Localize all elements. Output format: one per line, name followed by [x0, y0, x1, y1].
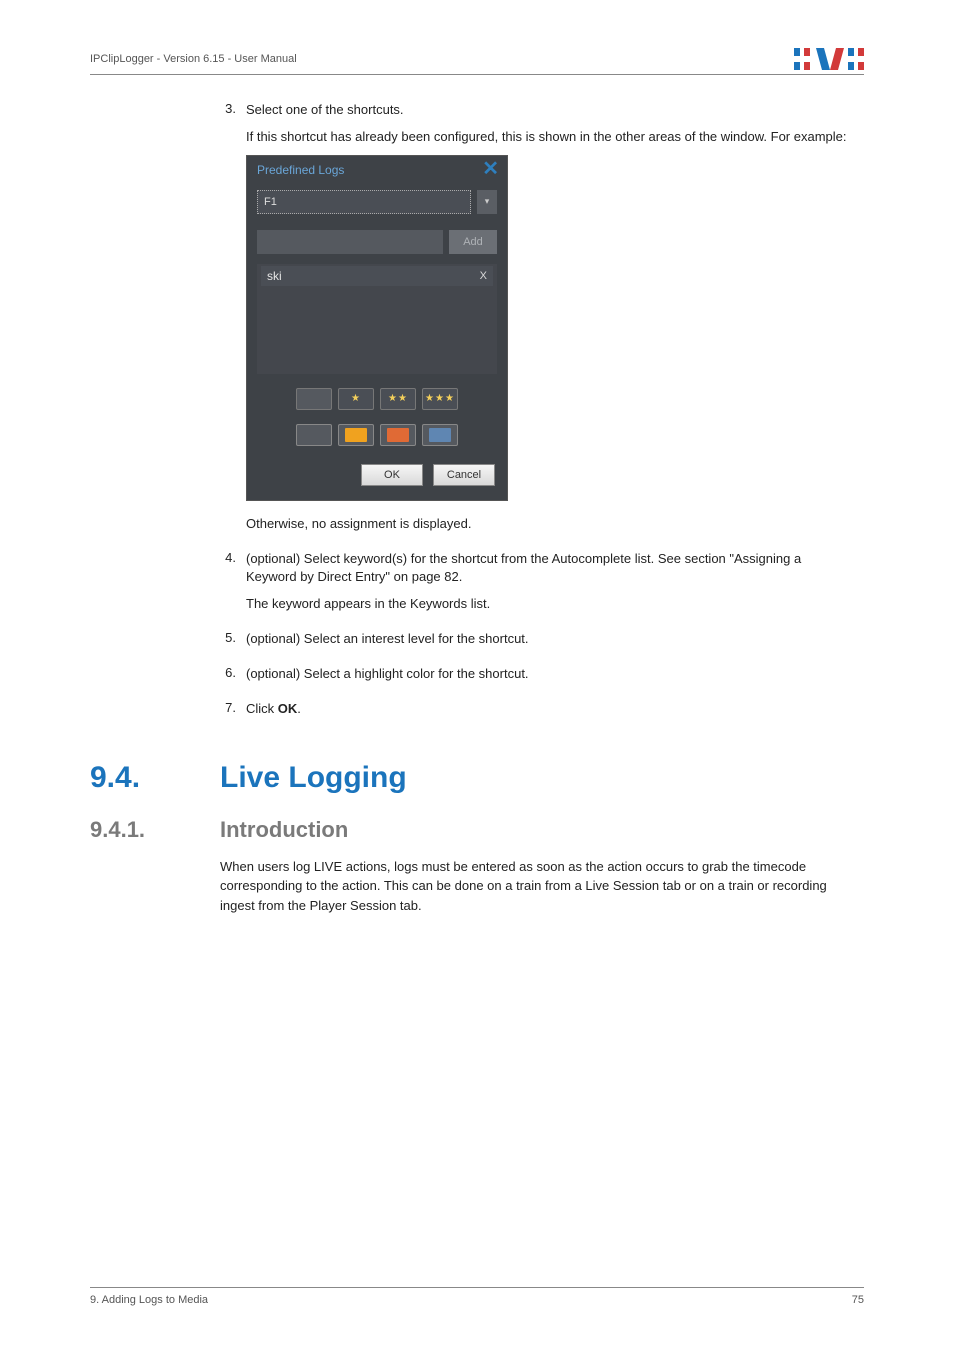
swatch	[345, 428, 367, 442]
step-7: 7. Click OK.	[220, 700, 854, 727]
evs-logo	[794, 48, 864, 70]
close-icon[interactable]: ✕	[482, 162, 499, 178]
doc-title: IPClipLogger - Version 6.15 - User Manua…	[90, 53, 297, 65]
keyword-row[interactable]: ski X	[261, 266, 493, 286]
step-number: 5.	[220, 630, 246, 657]
color-orange[interactable]	[338, 424, 374, 446]
step-text: Select one of the shortcuts.	[246, 101, 854, 120]
step-text: The keyword appears in the Keywords list…	[246, 595, 854, 614]
swatch	[303, 428, 325, 442]
dialog-button-row: OK Cancel	[247, 450, 507, 500]
color-none[interactable]	[296, 424, 332, 446]
page-footer: 9. Adding Logs to Media 75	[90, 1287, 864, 1306]
step-4: 4. (optional) Select keyword(s) for the …	[220, 550, 854, 623]
subsection-number: 9.4.1.	[90, 817, 184, 843]
step-number: 3.	[220, 101, 246, 542]
page-header: IPClipLogger - Version 6.15 - User Manua…	[90, 48, 864, 75]
add-button-label: Add	[463, 236, 483, 248]
section-title: Live Logging	[220, 761, 407, 795]
keyword-label: ski	[267, 269, 282, 283]
intro-paragraph: When users log LIVE actions, logs must b…	[220, 857, 854, 916]
highlight-color-row	[247, 414, 507, 450]
interest-1star[interactable]: ★	[338, 388, 374, 410]
step-text: (optional) Select an interest level for …	[246, 630, 854, 649]
steps-list-a: 3. Select one of the shortcuts. If this …	[220, 101, 854, 542]
add-button[interactable]: Add	[449, 230, 497, 254]
step-number: 4.	[220, 550, 246, 623]
step-text: Otherwise, no assignment is displayed.	[246, 515, 854, 534]
shortcut-selector-row: F1 ▾	[247, 184, 507, 220]
shortcut-dropdown[interactable]: F1	[257, 190, 471, 214]
shortcut-value: F1	[264, 196, 277, 208]
keyword-input[interactable]	[257, 230, 443, 254]
interest-3star[interactable]: ★★★	[422, 388, 458, 410]
subsection-title: Introduction	[220, 817, 348, 843]
interest-none[interactable]	[296, 388, 332, 410]
cancel-button[interactable]: Cancel	[433, 464, 495, 486]
subsection-heading: 9.4.1. Introduction	[90, 817, 864, 843]
remove-keyword-icon[interactable]: X	[480, 270, 487, 282]
step-number: 7.	[220, 700, 246, 727]
step-text: (optional) Select a highlight color for …	[246, 665, 854, 684]
section-number: 9.4.	[90, 761, 184, 795]
step-text: If this shortcut has already been config…	[246, 128, 854, 147]
step-5: 5. (optional) Select an interest level f…	[220, 630, 854, 657]
interest-2star[interactable]: ★★	[380, 388, 416, 410]
footer-page-number: 75	[852, 1294, 864, 1306]
section-heading: 9.4. Live Logging	[90, 761, 864, 795]
swatch	[387, 428, 409, 442]
step-number: 6.	[220, 665, 246, 692]
add-keyword-row: Add	[247, 224, 507, 260]
step-6: 6. (optional) Select a highlight color f…	[220, 665, 854, 692]
predefined-logs-dialog: Predefined Logs ✕ F1 ▾	[246, 155, 508, 501]
footer-chapter: 9. Adding Logs to Media	[90, 1294, 208, 1306]
ok-button[interactable]: OK	[361, 464, 423, 486]
step-text: Click OK.	[246, 700, 854, 719]
step-text: (optional) Select keyword(s) for the sho…	[246, 550, 854, 588]
dialog-title: Predefined Logs	[257, 163, 344, 177]
color-red[interactable]	[380, 424, 416, 446]
swatch	[429, 428, 451, 442]
chevron-down-icon[interactable]: ▾	[477, 190, 497, 214]
dialog-titlebar: Predefined Logs ✕	[247, 156, 507, 184]
color-blue[interactable]	[422, 424, 458, 446]
keywords-list: ski X	[257, 264, 497, 374]
steps-list-b: 4. (optional) Select keyword(s) for the …	[220, 550, 854, 727]
interest-level-row: ★ ★★ ★★★	[247, 378, 507, 414]
step-3: 3. Select one of the shortcuts. If this …	[220, 101, 854, 542]
